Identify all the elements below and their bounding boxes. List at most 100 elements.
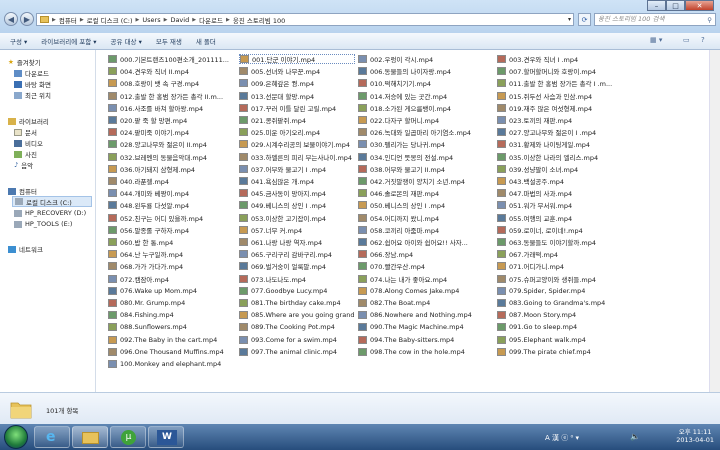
file-item[interactable]: 076.Wake up Mom.mp4 [108, 286, 236, 296]
breadcrumb-computer[interactable]: 컴퓨터 [59, 15, 77, 25]
file-item[interactable]: 066.장남.mp4 [358, 249, 494, 259]
file-item[interactable]: 054.어디까지 왔니.mp4 [358, 213, 494, 223]
file-item[interactable]: 073.나도나도.mp4 [239, 274, 355, 284]
file-item[interactable]: 007.할머할머니와 호랑이.mp4 [497, 66, 613, 76]
file-item[interactable]: 063.동물들도 이야기할까.mp4 [497, 237, 613, 247]
file-item[interactable]: 081.The birthday cake.mp4 [239, 298, 355, 308]
speaker-icon[interactable]: 🔈 [630, 432, 640, 441]
file-item[interactable]: 065.구리구리 감바구리.mp4 [239, 249, 355, 259]
file-item[interactable]: 046.솔로몬의 재판.mp4 [358, 188, 494, 198]
clock[interactable]: 오후 11:11 2013-04-01 [676, 428, 714, 444]
nav-music[interactable]: ♪ 음악 [14, 160, 33, 170]
file-item[interactable]: 080.Mr. Grump.mp4 [108, 298, 236, 308]
file-item[interactable]: 022.다자구 할머니.mp4 [358, 115, 494, 125]
file-item[interactable]: 010.떡해치기기.mp4 [358, 78, 494, 88]
file-item[interactable]: 049.베니스의 상인 I .mp4 [239, 200, 355, 210]
file-item[interactable]: 088.Sunflowers.mp4 [108, 322, 236, 332]
back-button[interactable]: ◀ [4, 12, 18, 26]
nav-local-disk[interactable]: 로컬 디스크 (C:) [12, 196, 92, 207]
breadcrumb-local-disk[interactable]: 로컬 디스크 (C:) [87, 15, 133, 25]
taskbar-explorer[interactable] [72, 426, 108, 448]
file-item[interactable]: 039.성냥팔이 소녀.mp4 [497, 164, 613, 174]
breadcrumb-users[interactable]: Users [142, 16, 160, 24]
file-item[interactable]: 090.The Magic Machine.mp4 [358, 322, 494, 332]
file-item[interactable]: 078.Along Comes Jake.mp4 [358, 286, 494, 296]
file-item[interactable]: 062.쉽어요 아이와 쉽어요!! 사자... [358, 237, 494, 247]
file-item[interactable]: 020.팥 죽 할 망편.mp4 [108, 115, 236, 125]
file-item[interactable]: 028.양고나무와 젊은이 II.mp4 [108, 139, 236, 149]
file-item[interactable]: 040.라푼젤.mp4 [108, 176, 236, 186]
file-item[interactable]: 079.Spider, Spider.mp4 [497, 286, 613, 296]
nav-hp-recovery[interactable]: HP_RECOVERY (D:) [14, 209, 86, 217]
file-item[interactable]: 093.Come for a swim.mp4 [239, 335, 355, 345]
file-item[interactable]: 034.인디언 뜻몽의 전설.mp4 [358, 152, 494, 162]
file-item[interactable]: 053.이상한 고기잡이.mp4 [239, 213, 355, 223]
file-item[interactable]: 050.베니스의 상인 I .mp4 [358, 200, 494, 210]
nav-documents[interactable]: 문서 [14, 127, 37, 137]
file-item[interactable]: 082.The Boat.mp4 [358, 298, 494, 308]
file-item[interactable]: 068.가가 가다가.mp4 [108, 261, 236, 271]
file-item[interactable]: 021.콩쥐팥쥐.mp4 [239, 115, 355, 125]
file-item[interactable]: 052.친구는 어디 있을까.mp4 [108, 213, 236, 223]
file-item[interactable]: 055.여행의 교훈.mp4 [497, 213, 613, 223]
file-item[interactable]: 026.녹대와 일곱마리 아기염소.mp4 [358, 127, 494, 137]
taskbar-utorrent[interactable]: µ [110, 426, 146, 448]
chevron-down-icon[interactable]: ▾ [568, 16, 571, 23]
file-item[interactable]: 087.Moon Story.mp4 [497, 310, 613, 320]
file-item[interactable]: 075.슈퍼고양이와 생쥐들.mp4 [497, 274, 613, 284]
file-item[interactable]: 099.The pirate chief.mp4 [497, 347, 613, 357]
share-button[interactable]: 공유 대상 ▾ [111, 36, 142, 46]
file-item[interactable]: 098.The cow in the hole.mp4 [358, 347, 494, 357]
file-item[interactable]: 045.금사동이 망아지.mp4 [239, 188, 355, 198]
file-item[interactable]: 017.꾸러 이틀 달린 고릴.mp4 [239, 103, 355, 113]
file-item[interactable]: 043.백설공주.mp4 [497, 176, 613, 186]
file-item[interactable]: 072.캠잠아.mp4 [108, 274, 236, 284]
file-item[interactable]: 037.어부와 물고기 I .mp4 [239, 164, 355, 174]
play-all-button[interactable]: 모두 재생 [156, 36, 182, 46]
breadcrumb-downloads[interactable]: 다운로드 [199, 15, 223, 25]
file-item[interactable]: 014.저승에 있는 곳간.mp4 [358, 91, 494, 101]
file-item[interactable]: 042.거짓말쟁이 양치기 소년.mp4 [358, 176, 494, 186]
file-item[interactable]: 023.토끼의 재판.mp4 [497, 115, 613, 125]
file-item[interactable]: 086.Nowhere and Nothing.mp4 [358, 310, 494, 320]
view-options-icon[interactable]: ▦ ▾ [650, 36, 662, 46]
file-item[interactable]: 057.너무 커.mp4 [239, 225, 355, 235]
file-item[interactable]: 092.The Baby in the cart.mp4 [108, 335, 236, 345]
breadcrumb-david[interactable]: David [170, 16, 189, 24]
file-item[interactable]: 041.욕심많은 개.mp4 [239, 176, 355, 186]
organize-button[interactable]: 구성 ▾ [10, 36, 27, 46]
nav-hp-tools[interactable]: HP_TOOLS (E:) [14, 220, 72, 228]
file-item[interactable]: 047.마법의 사과.mp4 [497, 188, 613, 198]
nav-favorites[interactable]: ★ 즐겨찾기 [8, 57, 41, 67]
file-item[interactable]: 035.이상한 나라의 엘리스.mp4 [497, 152, 613, 162]
file-item[interactable]: 096.One Thousand Muffins.mp4 [108, 347, 236, 357]
file-item[interactable]: 056.말종롤 구하자.mp4 [108, 225, 236, 235]
file-item[interactable]: 009.은혜갚은 꿩.mp4 [239, 78, 355, 88]
file-item[interactable]: 077.Goodbye Lucy.mp4 [239, 286, 355, 296]
file-item[interactable]: 033.하멜른의 피리 부는사나이.mp4 [239, 152, 355, 162]
file-item[interactable]: 016.사조를 바쳐 할아왕.mp4 [108, 103, 236, 113]
file-item[interactable]: 019.재주 많은 여섯형제.mp4 [497, 103, 613, 113]
file-item[interactable]: 070.빨간우산.mp4 [358, 261, 494, 271]
vertical-scrollbar[interactable] [709, 50, 720, 392]
nav-pictures[interactable]: 사진 [14, 149, 37, 159]
file-item[interactable]: 002.우렁이 각시.mp4 [358, 54, 494, 64]
nav-recent[interactable]: 최근 위치 [14, 90, 51, 100]
preview-pane-icon[interactable]: ▭ [683, 36, 690, 46]
file-item[interactable]: 071.어디가니.mp4 [497, 261, 613, 271]
file-item[interactable]: 038.어부와 물고기 II.mp4 [358, 164, 494, 174]
taskbar-word[interactable]: W [148, 426, 184, 448]
taskbar-ie[interactable]: e [34, 426, 70, 448]
file-item[interactable]: 006.동물들의 나이자랑.mp4 [358, 66, 494, 76]
search-input[interactable]: 웅진 스토리빔 100 검색 ⚲ [594, 13, 716, 26]
new-folder-button[interactable]: 새 폴더 [196, 36, 216, 46]
file-item[interactable]: 091.Go to sleep.mp4 [497, 322, 613, 332]
close-button[interactable]: ✕ [685, 0, 714, 11]
file-item[interactable]: 013.선문대 할망.mp4 [239, 91, 355, 101]
file-item[interactable]: 095.Elephant walk.mp4 [497, 335, 613, 345]
nav-videos[interactable]: 비디오 [14, 138, 43, 148]
file-item[interactable]: 097.The animal clinic.mp4 [239, 347, 355, 357]
file-item[interactable]: 089.The Cooking Pot.mp4 [239, 322, 355, 332]
file-item[interactable]: 060.밥 한 통.mp4 [108, 237, 236, 247]
file-item[interactable]: 064.난 누구일까.mp4 [108, 249, 236, 259]
